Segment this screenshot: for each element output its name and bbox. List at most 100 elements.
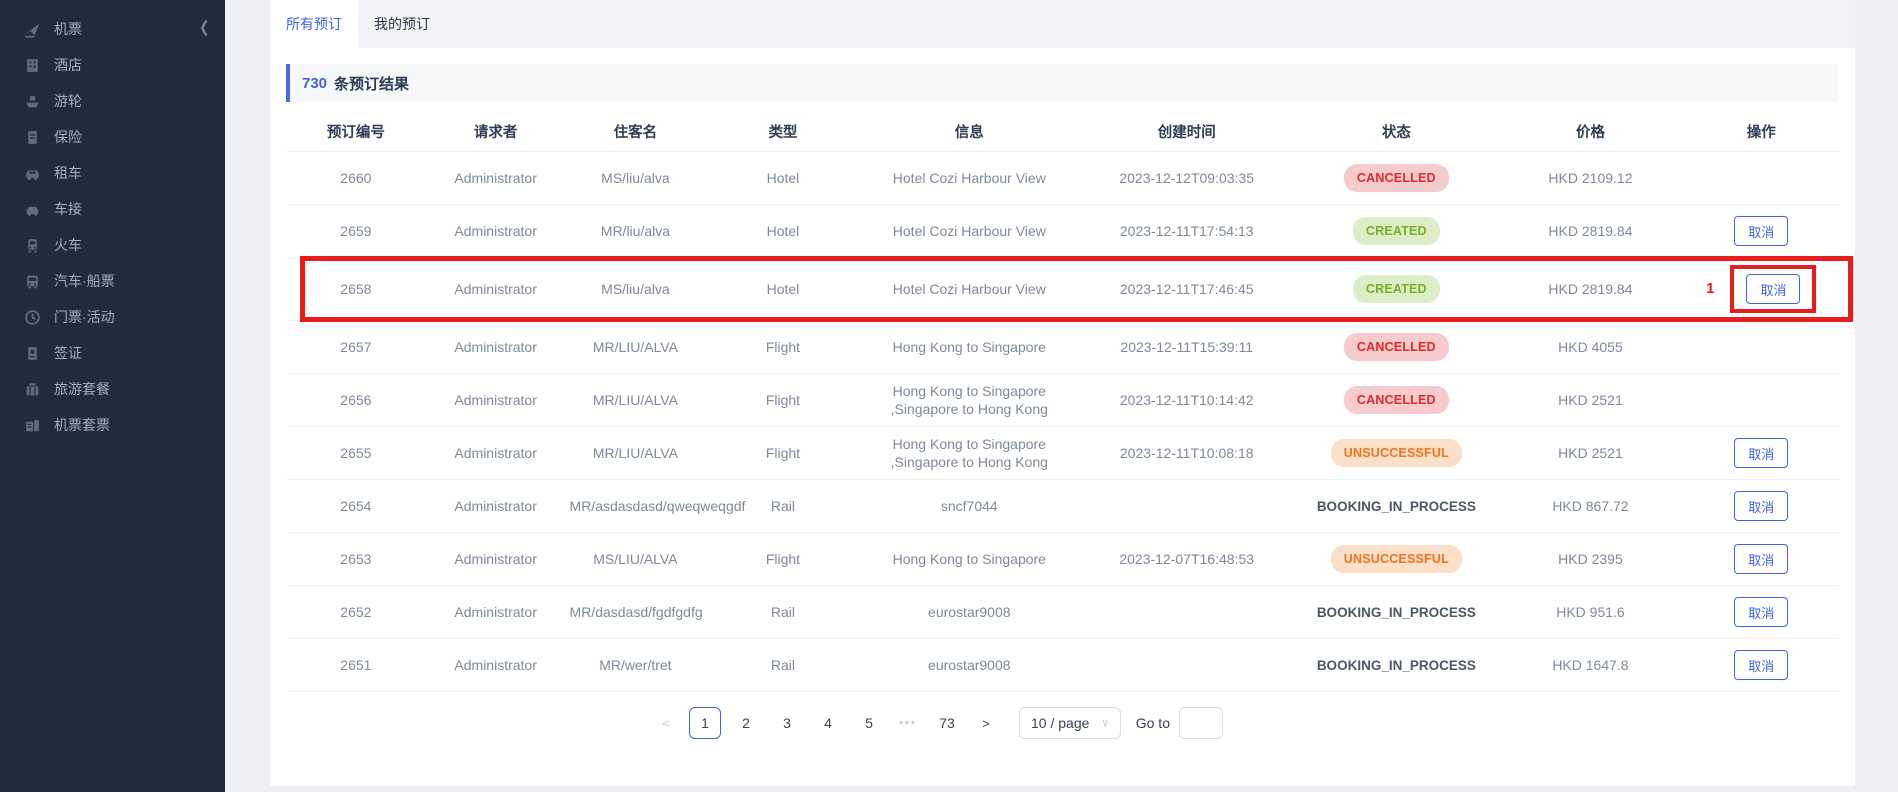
status-cell: UNSUCCESSFUL — [1295, 432, 1497, 474]
info-text: Hotel Cozi Harbour View — [893, 281, 1046, 297]
sidebar-item-6[interactable]: 车接 — [0, 191, 225, 227]
table-row: 2660AdministratorMS/liu/alvaHotelHotel C… — [286, 152, 1839, 205]
page-size-select[interactable]: 10 / page∨ — [1019, 707, 1121, 739]
info-cell: Hong Kong to Singapore,Singapore to Hong… — [861, 428, 1078, 478]
cancel-button[interactable]: 取消 — [1734, 438, 1788, 468]
cancel-button[interactable]: 取消 — [1746, 274, 1800, 304]
action-cell — [1684, 393, 1839, 407]
requester-cell: Administrator — [426, 215, 566, 247]
action-cell: 取消 — [1684, 590, 1839, 634]
guest-name-cell: MR/LIU/ALVA — [566, 384, 706, 416]
sidebar-item-2[interactable]: 酒店 — [0, 47, 225, 83]
requester-cell: Administrator — [426, 490, 566, 522]
ellipsis-pages-icon[interactable]: ••• — [894, 717, 922, 729]
price-cell: HKD 1647.8 — [1497, 649, 1683, 681]
cancel-button[interactable]: 取消 — [1734, 650, 1788, 680]
info-line: Hong Kong to Singapore — [865, 435, 1074, 453]
booking-id-cell: 2659 — [286, 215, 426, 247]
sidebar-item-label: 汽车·船票 — [54, 271, 115, 291]
info-text: eurostar9008 — [928, 604, 1011, 620]
sidebar-item-4[interactable]: 保险 — [0, 119, 225, 155]
info-cell: eurostar9008 — [861, 596, 1078, 628]
column-header: 创建时间 — [1078, 121, 1295, 142]
page-button-3[interactable]: 3 — [771, 707, 803, 739]
status-cell: UNSUCCESSFUL — [1295, 538, 1497, 580]
sidebar-item-label: 火车 — [54, 235, 82, 255]
sidebar-item-3[interactable]: 游轮 — [0, 83, 225, 119]
info-line: Hong Kong to Singapore — [865, 382, 1074, 400]
guest-name-cell: MS/LIU/ALVA — [566, 543, 706, 575]
chevron-left-icon[interactable]: ❮ — [200, 18, 210, 36]
page-button-4[interactable]: 4 — [812, 707, 844, 739]
sidebar: ❮ 机票酒店游轮保险租车车接火车汽车·船票门票·活动签证旅游套餐机票套票 — [0, 0, 225, 792]
status-badge: UNSUCCESSFUL — [1331, 545, 1462, 573]
page-size-value: 10 / page — [1031, 715, 1089, 731]
price-cell: HKD 2395 — [1497, 543, 1683, 575]
created-time-cell: 2023-12-11T10:14:42 — [1078, 384, 1295, 416]
results-label: 条预订结果 — [334, 73, 409, 94]
sidebar-nav: 机票酒店游轮保险租车车接火车汽车·船票门票·活动签证旅游套餐机票套票 — [0, 11, 225, 443]
price-cell: HKD 951.6 — [1497, 596, 1683, 628]
price-cell: HKD 867.72 — [1497, 490, 1683, 522]
page-button-73[interactable]: 73 — [931, 707, 963, 739]
prev-page-arrow[interactable]: < — [652, 716, 680, 731]
cancel-button[interactable]: 取消 — [1734, 216, 1788, 246]
table-row: 2658AdministratorMS/liu/alvaHotelHotel C… — [286, 258, 1839, 321]
sidebar-item-7[interactable]: 火车 — [0, 227, 225, 263]
booking-id-cell: 2656 — [286, 384, 426, 416]
tab-all-bookings[interactable]: 所有预订 — [270, 0, 358, 48]
tab-my-bookings[interactable]: 我的预订 — [358, 0, 446, 48]
cancel-button[interactable]: 取消 — [1734, 544, 1788, 574]
page-button-1[interactable]: 1 — [689, 707, 721, 739]
page-button-5[interactable]: 5 — [853, 707, 885, 739]
info-cell: sncf7044 — [861, 490, 1078, 522]
created-time-cell — [1078, 658, 1295, 672]
sidebar-item-10[interactable]: 签证 — [0, 335, 225, 371]
sidebar-item-5[interactable]: 租车 — [0, 155, 225, 191]
info-line: ,Singapore to Hong Kong — [865, 400, 1074, 418]
travel-package-icon — [24, 381, 41, 398]
hotel-icon — [24, 57, 41, 74]
tab-bar: 所有预订我的预订 — [270, 0, 1855, 48]
guest-name-cell: MR/liu/alva — [566, 215, 706, 247]
next-page-arrow[interactable]: > — [972, 716, 1000, 731]
sidebar-item-8[interactable]: 汽车·船票 — [0, 263, 225, 299]
table-row: 2659AdministratorMR/liu/alvaHotelHotel C… — [286, 205, 1839, 258]
status-cell: BOOKING_IN_PROCESS — [1295, 649, 1497, 682]
created-time-cell: 2023-12-11T17:54:13 — [1078, 215, 1295, 247]
status-cell: CANCELLED — [1295, 157, 1497, 199]
status-cell: CREATED — [1295, 210, 1497, 252]
info-cell: Hotel Cozi Harbour View — [861, 273, 1078, 305]
status-badge: UNSUCCESSFUL — [1331, 439, 1462, 467]
requester-cell: Administrator — [426, 543, 566, 575]
price-cell: HKD 2819.84 — [1497, 215, 1683, 247]
info-cell: eurostar9008 — [861, 649, 1078, 681]
type-cell: Flight — [705, 331, 860, 363]
requester-cell: Administrator — [426, 162, 566, 194]
cancel-button[interactable]: 取消 — [1734, 597, 1788, 627]
cancel-button[interactable]: 取消 — [1734, 491, 1788, 521]
sidebar-item-9[interactable]: 门票·活动 — [0, 299, 225, 335]
status-cell: CANCELLED — [1295, 326, 1497, 368]
info-cell: Hotel Cozi Harbour View — [861, 162, 1078, 194]
sidebar-item-12[interactable]: 机票套票 — [0, 407, 225, 443]
booking-id-cell: 2657 — [286, 331, 426, 363]
booking-id-cell: 2654 — [286, 490, 426, 522]
page-button-2[interactable]: 2 — [730, 707, 762, 739]
cruise-icon — [24, 93, 41, 110]
sidebar-item-11[interactable]: 旅游套餐 — [0, 371, 225, 407]
sidebar-item-1[interactable]: 机票 — [0, 11, 225, 47]
requester-cell: Administrator — [426, 596, 566, 628]
booking-id-cell: 2651 — [286, 649, 426, 681]
sidebar-item-label: 游轮 — [54, 91, 82, 111]
sidebar-item-label: 旅游套餐 — [54, 379, 110, 399]
visa-passport-icon — [24, 345, 41, 362]
status-text: BOOKING_IN_PROCESS — [1317, 605, 1476, 620]
status-cell: BOOKING_IN_PROCESS — [1295, 596, 1497, 629]
sidebar-item-label: 保险 — [54, 127, 82, 147]
created-time-cell: 2023-12-12T09:03:35 — [1078, 162, 1295, 194]
goto-page-input[interactable] — [1179, 707, 1223, 739]
activity-clock-icon — [24, 309, 41, 326]
sidebar-item-label: 租车 — [54, 163, 82, 183]
type-cell: Hotel — [705, 215, 860, 247]
